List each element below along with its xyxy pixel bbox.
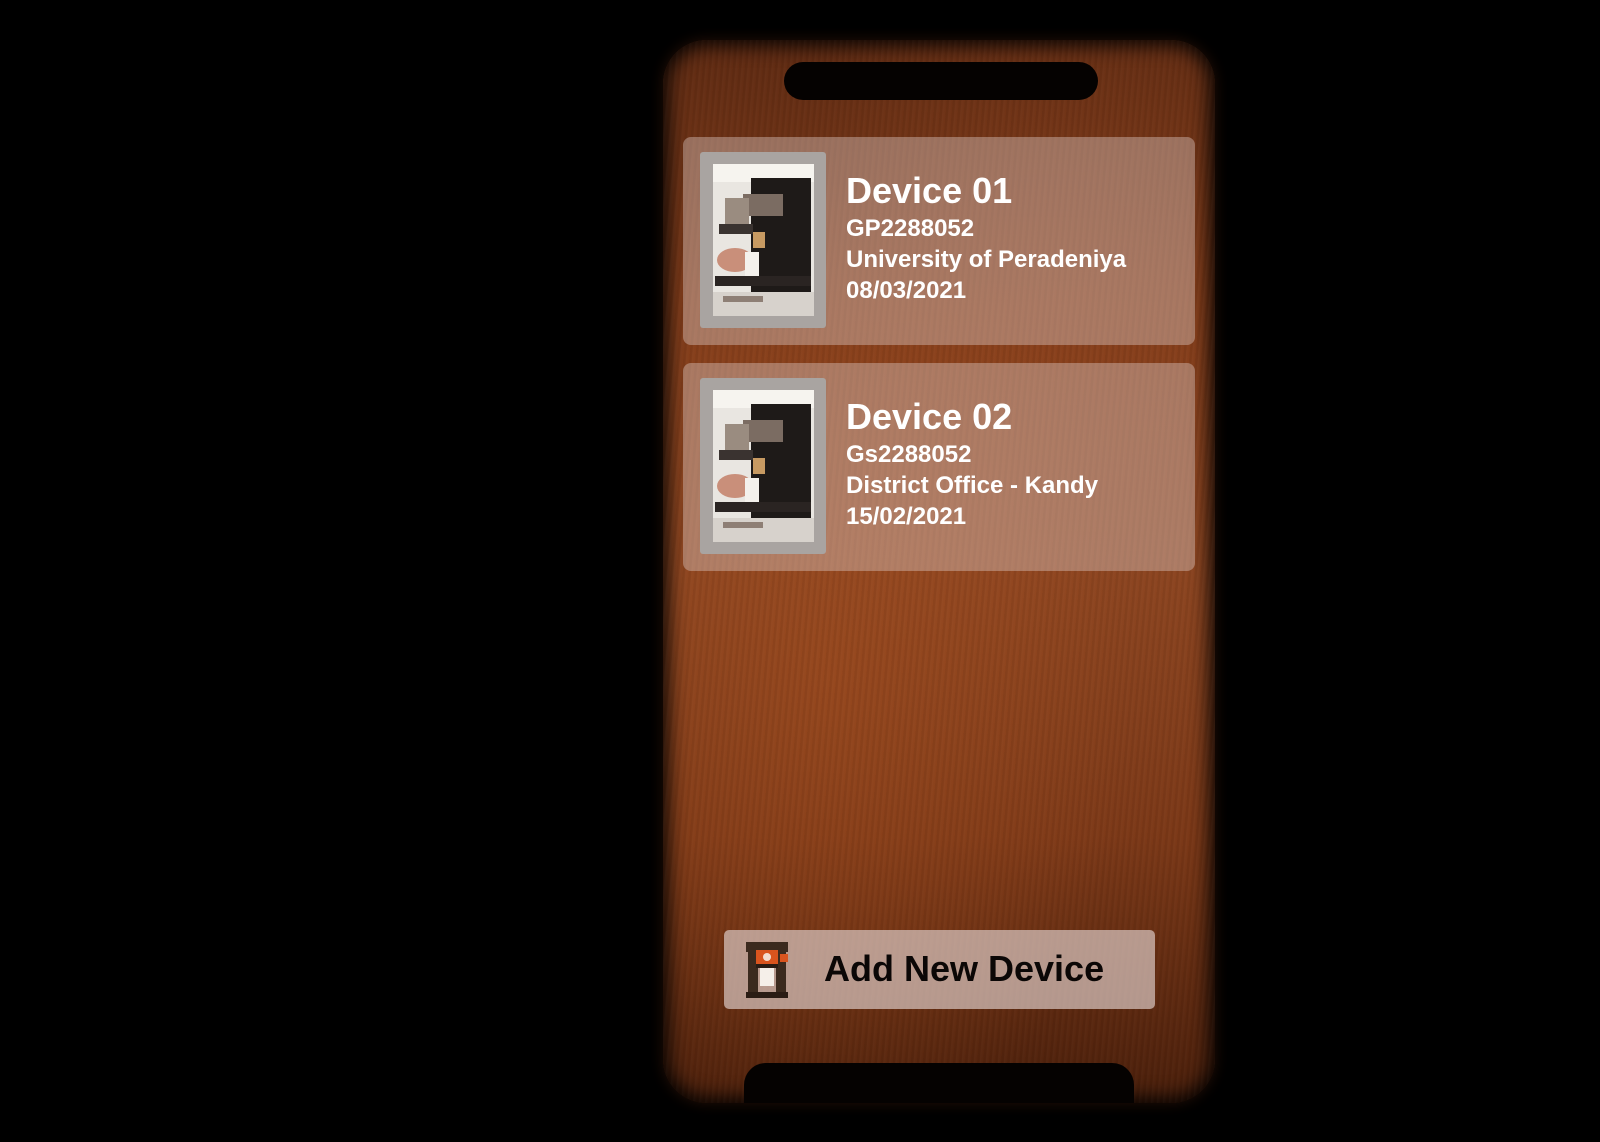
device-card[interactable]: Device 01 GP2288052 University of Perade… xyxy=(683,137,1195,345)
device-info: Device 01 GP2288052 University of Perade… xyxy=(846,171,1126,306)
coffee-machine-photo-icon xyxy=(713,390,814,542)
coffee-machine-photo-icon xyxy=(713,164,814,316)
device-name: Device 02 xyxy=(846,396,1013,437)
device-date: 15/02/2021 xyxy=(846,503,967,530)
device-code: Gs2288052 xyxy=(846,441,972,468)
device-location: University of Peradeniya xyxy=(846,246,1127,273)
app-stage: Device 01 GP2288052 University of Perade… xyxy=(0,0,1600,1142)
device-info: Device 02 Gs2288052 District Office - Ka… xyxy=(846,397,1098,532)
device-image xyxy=(700,378,826,554)
device-date: 08/03/2021 xyxy=(846,277,967,304)
phone-bottom-bar xyxy=(744,1063,1134,1103)
add-new-device-label: Add New Device xyxy=(824,948,1105,989)
phone-notch xyxy=(784,62,1098,100)
phone-frame: Device 01 GP2288052 University of Perade… xyxy=(663,40,1215,1103)
coffee-machine-icon xyxy=(746,942,788,998)
device-image xyxy=(700,152,826,328)
add-new-device-button[interactable]: Add New Device xyxy=(724,930,1155,1009)
device-name: Device 01 xyxy=(846,170,1013,211)
device-card[interactable]: Device 02 Gs2288052 District Office - Ka… xyxy=(683,363,1195,571)
device-location: District Office - Kandy xyxy=(846,472,1099,499)
device-code: GP2288052 xyxy=(846,215,975,242)
